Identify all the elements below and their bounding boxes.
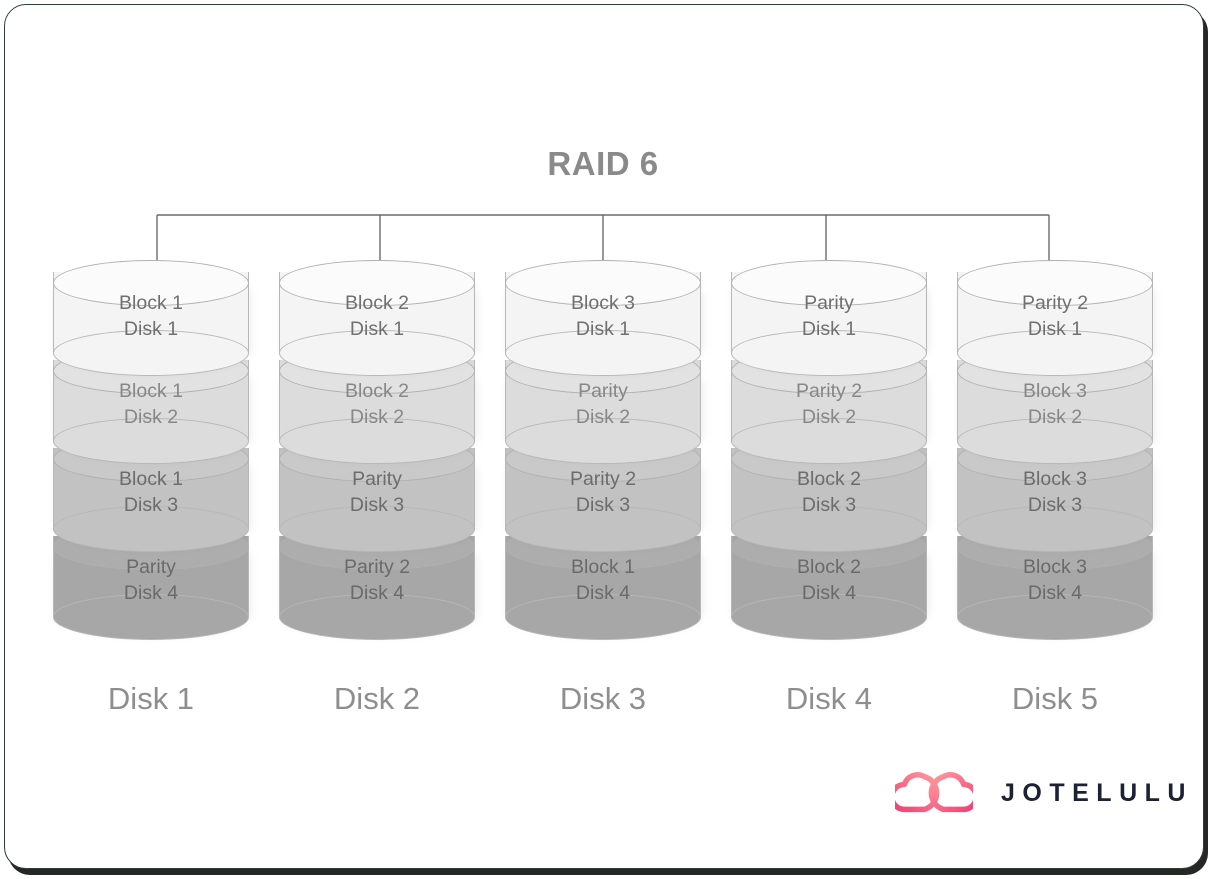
cell-block-text: Parity bbox=[804, 292, 854, 314]
disk-block-cell[interactable]: Block 2 Disk 1 bbox=[279, 260, 475, 376]
cell-row-text: Disk 2 bbox=[801, 406, 857, 428]
cell-label: Parity 2 Disk 4 bbox=[279, 554, 475, 606]
cell-row-text: Disk 2 bbox=[1027, 406, 1083, 428]
cell-row-text: Disk 2 bbox=[123, 406, 179, 428]
disk-block-cell[interactable]: Parity Disk 1 bbox=[731, 260, 927, 376]
disk-stack-3: Block 3 Disk 1 Parity Disk 2 Parity 2 Di… bbox=[505, 260, 701, 645]
cell-label: Block 2 Disk 1 bbox=[279, 290, 475, 342]
disk-stack-1: Block 1 Disk 1 Block 1 Disk 2 Block 1 Di… bbox=[53, 260, 249, 645]
disk-caption: Disk 2 bbox=[333, 681, 421, 716]
cell-block-text: Block 1 bbox=[119, 380, 183, 402]
cell-row-text: Disk 1 bbox=[575, 318, 631, 340]
brand-logo: JOTELULU bbox=[895, 767, 1193, 819]
disk-column-1[interactable]: Block 1 Disk 1 Block 1 Disk 2 Block 1 Di… bbox=[53, 260, 249, 717]
cell-block-text: Block 3 bbox=[571, 292, 635, 314]
cell-block-text: Parity 2 bbox=[343, 556, 411, 578]
cell-label: Parity 2 Disk 1 bbox=[957, 290, 1153, 342]
cell-row-text: Disk 4 bbox=[801, 582, 857, 604]
cell-label: Block 3 Disk 4 bbox=[957, 554, 1153, 606]
cell-label: Block 1 Disk 2 bbox=[53, 378, 249, 430]
cell-row-text: Disk 3 bbox=[1027, 494, 1083, 516]
cell-label: Parity Disk 2 bbox=[505, 378, 701, 430]
cell-row-text: Disk 3 bbox=[801, 494, 857, 516]
cell-label: Block 3 Disk 3 bbox=[957, 466, 1153, 518]
disk-block-cell[interactable]: Block 1 Disk 1 bbox=[53, 260, 249, 376]
cell-row-text: Disk 4 bbox=[1027, 582, 1083, 604]
cell-block-text: Parity bbox=[578, 380, 628, 402]
cell-block-text: Block 1 bbox=[119, 468, 183, 490]
disk-caption: Disk 4 bbox=[785, 681, 873, 716]
cell-block-text: Parity bbox=[352, 468, 402, 490]
cell-block-text: Block 3 bbox=[1023, 468, 1087, 490]
cell-row-text: Disk 3 bbox=[349, 494, 405, 516]
cell-row-text: Disk 1 bbox=[123, 318, 179, 340]
cell-block-text: Parity 2 bbox=[569, 468, 637, 490]
cell-block-text: Block 1 bbox=[571, 556, 635, 578]
diagram-card: RAID 6 Block 1 Disk 1 Block 1 Disk 2 Blo… bbox=[4, 4, 1204, 869]
page-root: RAID 6 Block 1 Disk 1 Block 1 Disk 2 Blo… bbox=[0, 0, 1214, 879]
cell-block-text: Block 3 bbox=[1023, 380, 1087, 402]
cell-label: Block 3 Disk 2 bbox=[957, 378, 1153, 430]
cell-row-text: Disk 3 bbox=[123, 494, 179, 516]
disk-block-cell[interactable]: Block 3 Disk 1 bbox=[505, 260, 701, 376]
disk-column-3[interactable]: Block 3 Disk 1 Parity Disk 2 Parity 2 Di… bbox=[505, 260, 701, 717]
cell-label: Block 1 Disk 3 bbox=[53, 466, 249, 518]
page-title: RAID 6 bbox=[547, 145, 659, 182]
cell-row-text: Disk 1 bbox=[349, 318, 405, 340]
disk-caption: Disk 1 bbox=[107, 681, 195, 716]
cell-row-text: Disk 2 bbox=[349, 406, 405, 428]
disk-column-2[interactable]: Block 2 Disk 1 Block 2 Disk 2 Parity Dis… bbox=[279, 260, 475, 717]
disk-column-4[interactable]: Parity Disk 1 Parity 2 Disk 2 Block 2 Di… bbox=[731, 260, 927, 717]
disk-columns: Block 1 Disk 1 Block 1 Disk 2 Block 1 Di… bbox=[53, 260, 1153, 717]
cell-label: Block 2 Disk 4 bbox=[731, 554, 927, 606]
disk-block-cell[interactable]: Parity 2 Disk 1 bbox=[957, 260, 1153, 376]
disk-stack-5: Parity 2 Disk 1 Block 3 Disk 2 Block 3 D… bbox=[957, 260, 1153, 645]
cell-block-text: Block 3 bbox=[1023, 556, 1087, 578]
cell-block-text: Parity bbox=[126, 556, 176, 578]
cell-block-text: Block 2 bbox=[345, 380, 409, 402]
cell-block-text: Block 2 bbox=[797, 556, 861, 578]
cell-block-text: Parity 2 bbox=[795, 380, 863, 402]
cell-label: Parity 2 Disk 3 bbox=[505, 466, 701, 518]
disk-caption: Disk 3 bbox=[559, 681, 647, 716]
cell-label: Block 2 Disk 2 bbox=[279, 378, 475, 430]
cell-row-text: Disk 3 bbox=[575, 494, 631, 516]
cell-label: Block 1 Disk 4 bbox=[505, 554, 701, 606]
disk-stack-4: Parity Disk 1 Parity 2 Disk 2 Block 2 Di… bbox=[731, 260, 927, 645]
cell-block-text: Parity 2 bbox=[1021, 292, 1089, 314]
cell-row-text: Disk 1 bbox=[801, 318, 857, 340]
cell-row-text: Disk 4 bbox=[349, 582, 405, 604]
cell-label: Parity Disk 3 bbox=[279, 466, 475, 518]
cell-label: Block 3 Disk 1 bbox=[505, 290, 701, 342]
jotelulu-wordmark: JOTELULU bbox=[1001, 778, 1193, 807]
cell-block-text: Block 1 bbox=[119, 292, 183, 314]
cell-row-text: Disk 2 bbox=[575, 406, 631, 428]
cell-label: Block 1 Disk 1 bbox=[53, 290, 249, 342]
cell-label: Parity Disk 1 bbox=[731, 290, 927, 342]
disk-column-5[interactable]: Parity 2 Disk 1 Block 3 Disk 2 Block 3 D… bbox=[957, 260, 1153, 717]
cell-row-text: Disk 1 bbox=[1027, 318, 1083, 340]
cell-label: Parity 2 Disk 2 bbox=[731, 378, 927, 430]
cell-label: Block 2 Disk 3 bbox=[731, 466, 927, 518]
jotelulu-cloud-icon bbox=[895, 772, 973, 813]
disk-caption: Disk 5 bbox=[1011, 681, 1099, 716]
cell-row-text: Disk 4 bbox=[123, 582, 179, 604]
cell-row-text: Disk 4 bbox=[575, 582, 631, 604]
disk-stack-2: Block 2 Disk 1 Block 2 Disk 2 Parity Dis… bbox=[279, 260, 475, 645]
cell-label: Parity Disk 4 bbox=[53, 554, 249, 606]
cell-block-text: Block 2 bbox=[797, 468, 861, 490]
cell-block-text: Block 2 bbox=[345, 292, 409, 314]
